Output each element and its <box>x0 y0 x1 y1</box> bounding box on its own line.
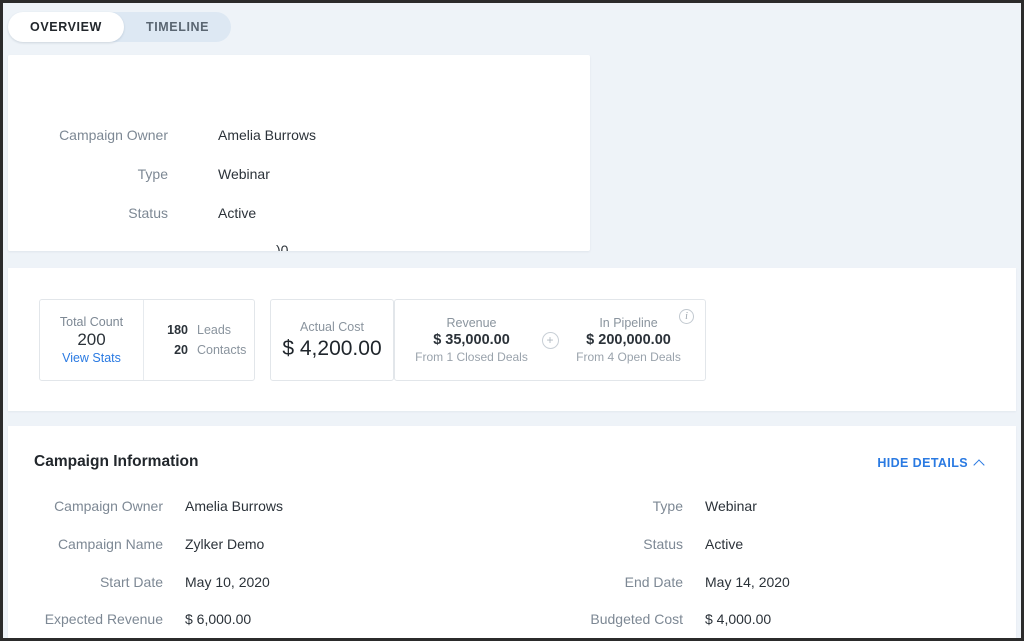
contacts-count: 20 <box>174 343 188 357</box>
revenue-column: Revenue $ 35,000.00 From 1 Closed Deals <box>402 316 542 364</box>
info-value-start-date: May 10, 2020 <box>185 574 270 590</box>
total-count-caption: Total Count <box>59 315 124 329</box>
tab-bar: OVERVIEW TIMELINE <box>8 12 232 42</box>
contacts-label: Contacts <box>197 343 247 357</box>
total-count-value: 200 <box>77 330 106 349</box>
summary-row-campaign-owner: Campaign Owner Amelia Burrows <box>8 127 316 143</box>
campaign-information-title: Campaign Information <box>34 453 199 470</box>
info-value-type: Webinar <box>705 498 757 514</box>
summary-row-type: Type Webinar <box>8 166 270 182</box>
info-label-expected-revenue: Expected Revenue <box>44 611 163 627</box>
info-value-status: Active <box>705 536 744 552</box>
info-label-status: Status <box>643 536 683 552</box>
summary-value-status: Active <box>218 205 257 221</box>
revenue-pipeline-box: Revenue $ 35,000.00 From 1 Closed Deals … <box>394 299 706 381</box>
actual-cost-box: Actual Cost $ 4,200.00 <box>270 299 394 381</box>
chevron-up-icon <box>973 458 985 471</box>
info-label-budgeted-cost: Budgeted Cost <box>590 611 683 627</box>
info-row-expected-revenue: Expected Revenue $ 6,000.00 <box>8 611 251 627</box>
info-value-campaign-owner: Amelia Burrows <box>185 498 284 514</box>
info-label-start-date: Start Date <box>99 574 163 590</box>
info-row-budgeted-cost: Budgeted Cost $ 4,000.00 <box>528 611 771 627</box>
summary-value-type: Webinar <box>218 166 270 182</box>
total-count-breakdown: 180 Leads 20 Contacts <box>144 300 254 380</box>
info-value-expected-revenue: $ 6,000.00 <box>185 611 252 627</box>
summary-value-campaign-owner: Amelia Burrows <box>218 127 317 143</box>
summary-label-status: Status <box>128 205 168 221</box>
tab-timeline-label: TIMELINE <box>145 20 210 34</box>
summary-label-campaign-owner: Campaign Owner <box>59 127 168 143</box>
breakdown-row-leads: 180 Leads <box>158 323 254 337</box>
actual-cost-amount: $ 4,200.00 <box>282 336 382 360</box>
revenue-sub: From 1 Closed Deals <box>415 350 528 364</box>
info-label-campaign-owner: Campaign Owner <box>54 498 163 514</box>
tab-overview-label: OVERVIEW <box>30 20 102 34</box>
leads-label: Leads <box>197 323 232 337</box>
summary-label-type: Type <box>137 166 168 182</box>
pipeline-column: In Pipeline $ 200,000.00 From 4 Open Dea… <box>559 316 699 364</box>
info-row-end-date: End Date May 14, 2020 <box>528 574 790 590</box>
pipeline-caption: In Pipeline <box>599 316 658 330</box>
info-value-budgeted-cost: $ 4,000.00 <box>705 611 772 627</box>
app-window: OVERVIEW TIMELINE Campaign Owner Amelia … <box>0 0 1024 641</box>
info-row-status: Status Active <box>528 536 743 552</box>
revenue-caption: Revenue <box>446 316 497 330</box>
stats-band: Total Count 200 View Stats 180 Leads 20 … <box>8 268 1016 411</box>
actual-cost-caption: Actual Cost <box>300 319 364 334</box>
tab-overview[interactable]: OVERVIEW <box>8 12 124 42</box>
total-count-box: Total Count 200 View Stats 180 Leads 20 … <box>39 299 255 381</box>
info-row-campaign-name: Campaign Name Zylker Demo <box>8 536 264 552</box>
campaign-information-card: Campaign Information HIDE DETAILS Campai… <box>8 426 1016 638</box>
summary-card: Campaign Owner Amelia Burrows Type Webin… <box>8 55 590 251</box>
plus-circle-icon: + <box>541 331 559 349</box>
total-count-left: Total Count 200 View Stats <box>40 300 144 380</box>
info-label-end-date: End Date <box>624 574 683 590</box>
info-circle-icon[interactable]: i <box>679 309 694 324</box>
info-row-start-date: Start Date May 10, 2020 <box>8 574 270 590</box>
revenue-amount: $ 35,000.00 <box>433 332 510 348</box>
info-row-type: Type Webinar <box>528 498 757 514</box>
pipeline-sub: From 4 Open Deals <box>576 350 681 364</box>
tab-timeline[interactable]: TIMELINE <box>124 12 231 42</box>
info-label-type: Type <box>652 498 683 514</box>
breakdown-row-contacts: 20 Contacts <box>158 343 254 357</box>
info-row-campaign-owner: Campaign Owner Amelia Burrows <box>8 498 283 514</box>
leads-count: 180 <box>167 323 188 337</box>
hide-details-label: HIDE DETAILS <box>877 456 968 470</box>
pipeline-amount: $ 200,000.00 <box>586 332 671 348</box>
info-label-campaign-name: Campaign Name <box>57 536 163 552</box>
summary-clipped-fragment: )0 <box>276 242 289 251</box>
hide-details-button[interactable]: HIDE DETAILS <box>877 456 985 471</box>
page-viewport: OVERVIEW TIMELINE Campaign Owner Amelia … <box>3 3 1021 638</box>
view-stats-link[interactable]: View Stats <box>62 351 121 365</box>
summary-row-status: Status Active <box>8 205 256 221</box>
info-value-end-date: May 14, 2020 <box>705 574 790 590</box>
info-value-campaign-name: Zylker Demo <box>185 536 265 552</box>
